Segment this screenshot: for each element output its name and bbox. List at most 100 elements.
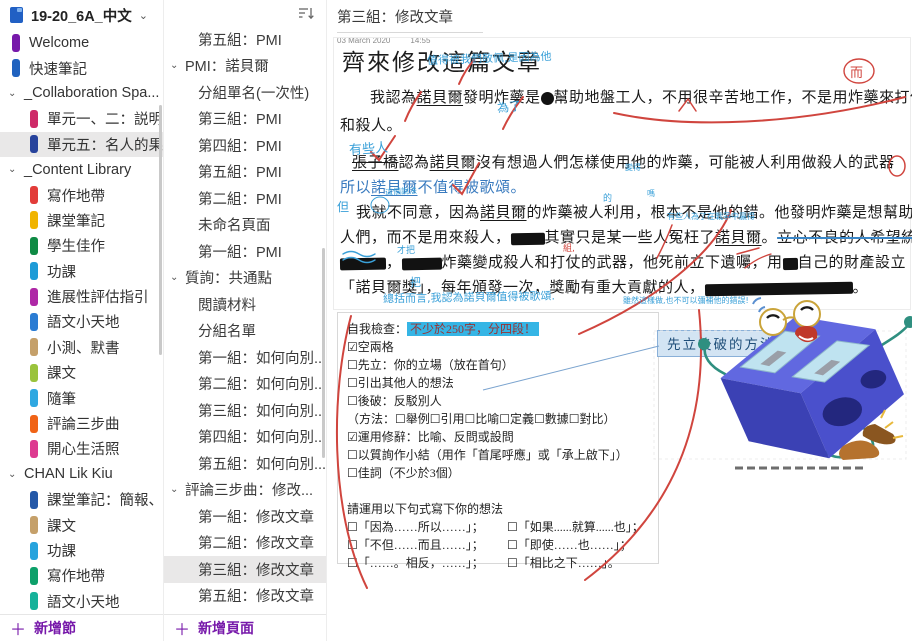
- essay-text: 人們，而不是用來殺人，: [340, 230, 511, 246]
- section-color-tab: [30, 338, 38, 356]
- page-label: 閲讀材料: [198, 294, 256, 315]
- sidebar-section-item[interactable]: 功課: [0, 259, 163, 284]
- sidebar-section-item[interactable]: 課文: [0, 512, 163, 537]
- section-color-tab: [30, 516, 38, 534]
- method-callout: 先立後破的方法: [657, 330, 786, 357]
- sidebar-section-item[interactable]: ⌄ CHAN Lik Kiu: [0, 462, 163, 487]
- section-color-tab: [30, 135, 38, 153]
- sidebar-section-item[interactable]: Welcome: [0, 30, 163, 55]
- page-item[interactable]: 閲讀材料: [164, 291, 326, 318]
- page-item[interactable]: 第三組：修改文章: [164, 556, 326, 583]
- page-item[interactable]: 分組單名(一次性): [164, 79, 326, 106]
- essay-text: 所以: [340, 180, 371, 196]
- section-color-tab: [30, 262, 38, 280]
- section-label: CHAN Lik Kiu: [24, 466, 113, 482]
- sidebar-section-item[interactable]: 寫作地帶: [0, 182, 163, 207]
- page-item[interactable]: ⌄ 質詢：共通點: [164, 265, 326, 292]
- page-label: 第五組：如何向別...: [198, 453, 326, 474]
- add-page-button[interactable]: ＋ 新增頁面: [164, 614, 326, 641]
- sidebar-section-item[interactable]: 快速筆記: [0, 55, 163, 80]
- page-item[interactable]: 第一組：PMI: [164, 238, 326, 265]
- page-item[interactable]: 第五組：PMI: [164, 26, 326, 53]
- redaction-bar: [510, 232, 544, 245]
- section-color-tab: [30, 288, 38, 306]
- essay-text: 。: [853, 280, 869, 296]
- sidebar-section-item[interactable]: 小測、默書: [0, 335, 163, 360]
- page-label: 第五組：PMI: [198, 29, 282, 50]
- section-label: _Content Library: [24, 162, 131, 178]
- page-item[interactable]: 第一組：修改文章: [164, 503, 326, 530]
- pages-scrollbar[interactable]: [322, 248, 325, 458]
- checklist-line: （方法：☐舉例☐引用☐比喻☐定義☐數據☐對比）: [347, 410, 652, 428]
- essay-container[interactable]: 齊來修改這篇文章 我認為諾貝爾發明炸藥是幫助地盤工人，不用很辛苦地工作，不是用炸…: [333, 37, 911, 310]
- section-color-tab: [30, 186, 38, 204]
- chevron-down-icon[interactable]: ⌄: [170, 60, 185, 71]
- section-color-tab: [30, 211, 38, 229]
- page-item[interactable]: 未命名頁面: [164, 212, 326, 239]
- page-item[interactable]: 第一組：如何向別...: [164, 344, 326, 371]
- page-canvas[interactable]: 第三組：修改文章 03 March 2020 14:55 齊來修改這篇文章 我認…: [327, 0, 912, 641]
- page-item[interactable]: 第三組：PMI: [164, 106, 326, 133]
- notebook-icon: [10, 7, 23, 23]
- essay-text: 發明炸藥是: [463, 90, 541, 106]
- page-label: 第三組：PMI: [198, 108, 282, 129]
- essay-text: 認為: [399, 155, 430, 171]
- sidebar-section-item[interactable]: 語文小天地: [0, 589, 163, 614]
- page-item[interactable]: 第二組：如何向別...: [164, 371, 326, 398]
- chevron-down-icon[interactable]: ⌄: [170, 484, 185, 495]
- page-item[interactable]: 第四組：PMI: [164, 132, 326, 159]
- page-item[interactable]: ⌄ 評論三步曲：修改...: [164, 477, 326, 504]
- page-title[interactable]: 第三組：修改文章: [337, 6, 483, 33]
- sidebar-section-item[interactable]: ⌄ _Content Library: [0, 157, 163, 182]
- section-label: 小測、默書: [47, 337, 120, 358]
- section-label: 快速筆記: [29, 58, 87, 79]
- page-label: 第四組：PMI: [198, 135, 282, 156]
- page-item[interactable]: 第四組：如何向別...: [164, 424, 326, 451]
- sidebar-section-item[interactable]: 學生佳作: [0, 233, 163, 258]
- section-color-tab: [30, 389, 38, 407]
- redaction-bar: [782, 257, 797, 269]
- sidebar-section-item[interactable]: 開心生活照: [0, 436, 163, 461]
- page-item[interactable]: 第二組：PMI: [164, 185, 326, 212]
- chevron-down-icon[interactable]: ⌄: [8, 88, 24, 99]
- checklist-line: ☐先立：你的立場（放在首句）: [347, 356, 652, 374]
- sort-pages-icon[interactable]: [298, 6, 314, 21]
- sidebar-section-item[interactable]: ⌄ _Collaboration Spa...: [0, 81, 163, 106]
- sidebar-section-item[interactable]: 課文: [0, 360, 163, 385]
- page-item[interactable]: 第五組：如何向別...: [164, 450, 326, 477]
- sidebar-section-item[interactable]: 功課: [0, 538, 163, 563]
- page-list: 第五組：PMI ⌄ PMI：諾貝爾 分組單名(一次性) 第三組：PMI 第四組：…: [164, 26, 326, 609]
- sidebar-section-item[interactable]: 隨筆: [0, 385, 163, 410]
- add-section-button[interactable]: ＋ 新增節: [0, 614, 163, 641]
- sidebar-section-item[interactable]: 單元五：名人的果實: [0, 132, 163, 157]
- self-check-list[interactable]: 自我檢查：不少於250字，分四段！☑空兩格☐先立：你的立場（放在首句）☐引出其他…: [337, 312, 659, 564]
- sidebar-section-item[interactable]: 進展性評估指引: [0, 284, 163, 309]
- notebook-switcher[interactable]: 19-20_6A_中文 ⌄: [0, 0, 163, 30]
- page-item[interactable]: 第二組：修改文章: [164, 530, 326, 557]
- essay-title: 齊來修改這篇文章: [342, 43, 910, 77]
- chevron-down-icon[interactable]: ⌄: [170, 272, 185, 283]
- sidebar-scrollbar[interactable]: [159, 105, 162, 355]
- chevron-down-icon[interactable]: ⌄: [8, 164, 24, 175]
- sidebar-section-item[interactable]: 課堂筆記：簡報、...: [0, 487, 163, 512]
- sidebar-section-item[interactable]: 寫作地帶: [0, 563, 163, 588]
- section-label: 寫作地帶: [47, 185, 105, 206]
- pencil-sharpener-clipart: [695, 296, 912, 478]
- page-label: 第五組：修改文章: [198, 585, 314, 606]
- page-item[interactable]: 第五組：PMI: [164, 159, 326, 186]
- page-item[interactable]: 第五組：修改文章: [164, 583, 326, 610]
- page-item[interactable]: 第三組：如何向別...: [164, 397, 326, 424]
- chevron-down-icon[interactable]: ⌄: [8, 469, 24, 480]
- page-item[interactable]: ⌄ PMI：諾貝爾: [164, 53, 326, 80]
- page-item[interactable]: 分組名單: [164, 318, 326, 345]
- sidebar-section-item[interactable]: 單元一、二：説明文: [0, 106, 163, 131]
- sidebar-section-item[interactable]: 評論三步曲: [0, 411, 163, 436]
- page-label: 第一組：PMI: [198, 241, 282, 262]
- sidebar-section-item[interactable]: 語文小天地: [0, 309, 163, 334]
- section-label: 開心生活照: [47, 438, 120, 459]
- add-page-label: 新增頁面: [198, 618, 254, 638]
- checklist-line: 請運用以下句式寫下你的想法: [347, 500, 652, 518]
- section-color-tab: [30, 313, 38, 331]
- section-label: 學生佳作: [47, 235, 105, 256]
- sidebar-section-item[interactable]: 課堂筆記: [0, 208, 163, 233]
